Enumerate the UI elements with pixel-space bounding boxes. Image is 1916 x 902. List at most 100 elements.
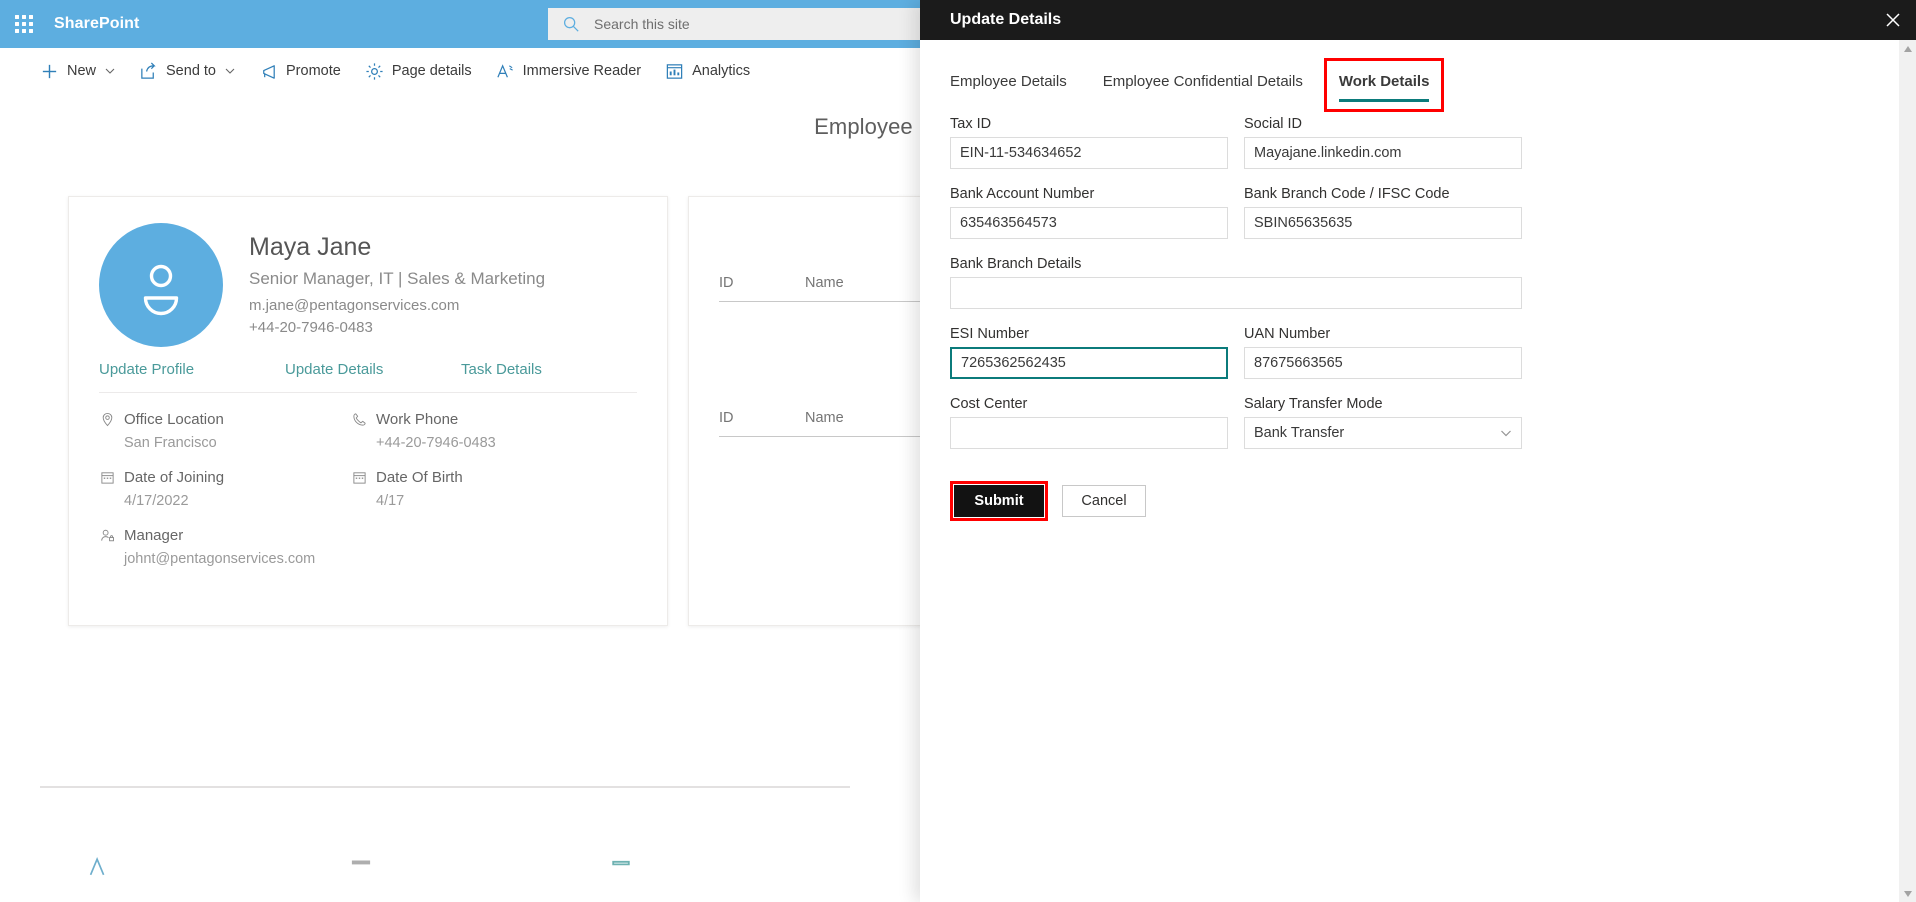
command-new-label: New [67, 62, 97, 79]
plus-icon [40, 62, 59, 81]
profile-meta: Maya Jane Senior Manager, IT | Sales & M… [249, 223, 545, 336]
update-profile-link[interactable]: Update Profile [99, 361, 285, 378]
bank-branch-details-input[interactable] [950, 277, 1522, 309]
location-pin-icon [99, 412, 115, 428]
task-details-link[interactable]: Task Details [461, 361, 542, 378]
field-tax-id: Tax ID [950, 116, 1228, 169]
esi-number-label: ESI Number [950, 326, 1029, 342]
section-divider [40, 786, 850, 788]
command-new[interactable]: New [28, 48, 127, 94]
field-label: Office Location [99, 411, 351, 428]
esi-number-input[interactable] [950, 347, 1228, 379]
field-label-text: Office Location [124, 411, 224, 428]
profile-email: m.jane@pentagonservices.com [249, 296, 460, 314]
manager-icon [99, 528, 115, 544]
panel-header: Update Details [920, 0, 1916, 40]
command-send-to-label: Send to [166, 62, 217, 79]
uan-number-input[interactable] [1244, 347, 1522, 379]
profile-fields: Office Location San Francisco Work Phone [99, 411, 637, 567]
chevron-down-icon [225, 68, 235, 74]
gear-icon [365, 62, 384, 81]
document-icon[interactable] [346, 854, 376, 880]
immersive-reader-icon [496, 62, 515, 81]
tax-id-input[interactable] [950, 137, 1228, 169]
field-label-text: Work Phone [376, 411, 459, 428]
avatar [99, 223, 223, 347]
field-value: johnt@pentagonservices.com [124, 551, 316, 567]
analytics-icon [665, 62, 684, 81]
cost-center-label: Cost Center [950, 396, 1028, 412]
chevron-down-icon [1501, 430, 1511, 437]
field-cost-center: Cost Center [950, 396, 1228, 449]
profile-field-row: Office Location San Francisco Work Phone [99, 411, 637, 451]
social-id-label: Social ID [1244, 116, 1303, 132]
submit-highlight: Submit [950, 481, 1048, 521]
field-bank-branch-code: Bank Branch Code / IFSC Code [1244, 186, 1522, 239]
command-page-details-label: Page details [391, 62, 472, 79]
bank-account-number-input[interactable] [950, 207, 1228, 239]
tax-id-label: Tax ID [950, 116, 992, 132]
field-label: Manager [99, 527, 351, 544]
form-row-cost-salary: Cost Center Salary Transfer Mode Bank Tr… [950, 396, 1886, 463]
field-bank-account-number: Bank Account Number [950, 186, 1228, 239]
field-label: Work Phone [351, 411, 603, 428]
panel-scrollbar[interactable] [1899, 40, 1916, 902]
search-icon [563, 16, 579, 32]
command-page-details[interactable]: Page details [353, 48, 484, 94]
command-send-to[interactable]: Send to [127, 48, 247, 94]
cost-center-input[interactable] [950, 417, 1228, 449]
field-label: Date Of Birth [351, 469, 603, 486]
bank-branch-code-input[interactable] [1244, 207, 1522, 239]
command-promote[interactable]: Promote [247, 48, 353, 94]
uan-number-label: UAN Number [1244, 326, 1331, 342]
immersive-reader-icon[interactable] [86, 854, 116, 880]
social-id-input[interactable] [1244, 137, 1522, 169]
field-social-id: Social ID [1244, 116, 1522, 169]
field-work-phone: Work Phone +44-20-7946-0483 [351, 411, 603, 451]
cancel-button[interactable]: Cancel [1062, 485, 1146, 517]
profile-field-row: Manager johnt@pentagonservices.com [99, 527, 637, 567]
field-bank-branch-details: Bank Branch Details [950, 256, 1522, 309]
salary-transfer-mode-label: Salary Transfer Mode [1244, 396, 1383, 412]
scrollbar-up-arrow[interactable] [1899, 40, 1916, 57]
field-label-text: Date of Joining [124, 469, 225, 486]
panel-tabs: Employee Details Employee Confidential D… [950, 40, 1886, 102]
field-value: +44-20-7946-0483 [376, 435, 496, 451]
field-salary-transfer-mode: Salary Transfer Mode Bank Transfer [1244, 396, 1522, 449]
folder-icon[interactable] [606, 854, 636, 880]
tab-employee-details[interactable]: Employee Details [950, 73, 1085, 102]
profile-field-row: Date of Joining 4/17/2022 Date Of Birth [99, 469, 637, 509]
column-header-id[interactable]: ID [719, 410, 805, 426]
app-launcher-icon[interactable] [0, 0, 48, 48]
salary-transfer-mode-select[interactable]: Bank Transfer [1244, 417, 1522, 449]
column-header-id[interactable]: ID [719, 275, 805, 291]
field-date-of-joining: Date of Joining 4/17/2022 [99, 469, 351, 509]
tab-employee-confidential-details[interactable]: Employee Confidential Details [1085, 73, 1321, 102]
work-details-form: Tax ID Social ID Bank Account Number Ban [950, 116, 1886, 521]
update-details-panel: Update Details Employee Details Employee… [920, 0, 1916, 902]
field-date-of-birth: Date Of Birth 4/17 [351, 469, 603, 509]
close-icon[interactable] [1870, 0, 1916, 40]
tab-work-details[interactable]: Work Details [1321, 73, 1448, 102]
share-icon [139, 62, 158, 81]
command-promote-label: Promote [286, 62, 341, 79]
field-value: 4/17/2022 [124, 493, 189, 509]
field-uan-number: UAN Number [1244, 326, 1522, 379]
megaphone-icon [259, 62, 278, 81]
field-label: Date of Joining [99, 469, 351, 486]
chevron-down-icon [105, 68, 115, 74]
field-label-text: Date Of Birth [376, 469, 463, 486]
command-immersive-reader[interactable]: Immersive Reader [484, 48, 653, 94]
scrollbar-down-arrow[interactable] [1899, 885, 1916, 902]
field-label-text: Manager [124, 527, 184, 544]
person-icon [143, 264, 179, 316]
command-analytics[interactable]: Analytics [653, 48, 762, 94]
form-row-tax-social: Tax ID Social ID [950, 116, 1886, 183]
submit-button[interactable]: Submit [954, 485, 1044, 517]
field-value: San Francisco [124, 435, 217, 451]
sharepoint-brand[interactable]: SharePoint [54, 15, 139, 33]
update-details-link[interactable]: Update Details [285, 361, 461, 378]
app-root: SharePoint New Send to [0, 0, 1916, 902]
profile-header: Maya Jane Senior Manager, IT | Sales & M… [99, 223, 637, 347]
bank-branch-code-label: Bank Branch Code / IFSC Code [1244, 186, 1450, 202]
